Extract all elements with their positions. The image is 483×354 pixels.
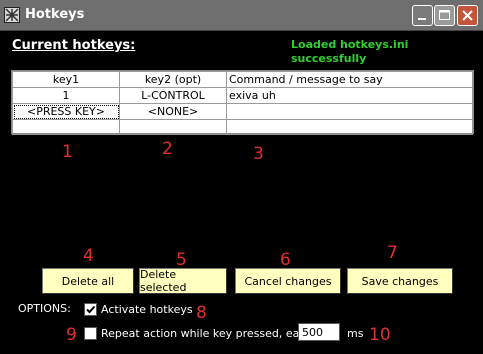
- marker-1: 1: [62, 142, 73, 162]
- cancel-changes-button[interactable]: Cancel changes: [235, 268, 341, 294]
- delete-selected-button[interactable]: Delete selected: [139, 268, 227, 294]
- marker-8: 8: [196, 303, 207, 323]
- minimize-button[interactable]: [412, 5, 433, 26]
- maximize-button[interactable]: [434, 5, 455, 26]
- column-header-key1: key1: [12, 71, 120, 88]
- column-header-key2: key2 (opt): [119, 71, 227, 88]
- cell-command[interactable]: [226, 119, 473, 135]
- hotkeys-window: Hotkeys Current hotkeys: Loaded hotkeys.…: [0, 0, 483, 354]
- repeat-action-checkbox[interactable]: [84, 327, 97, 340]
- hotkeys-table[interactable]: key1 key2 (opt) Command / message to say…: [11, 70, 474, 135]
- marker-7: 7: [387, 243, 398, 263]
- delete-all-button[interactable]: Delete all: [42, 268, 134, 294]
- cell-key2[interactable]: <NONE>: [119, 103, 227, 120]
- marker-3: 3: [253, 144, 264, 164]
- cell-key1[interactable]: 1: [12, 87, 120, 104]
- cell-command[interactable]: [226, 103, 473, 120]
- cell-key1[interactable]: <PRESS KEY>: [12, 103, 120, 120]
- checkmark-icon: [86, 305, 96, 314]
- maximize-icon: [439, 10, 450, 20]
- window-title: Hotkeys: [25, 7, 85, 22]
- title-bar[interactable]: Hotkeys: [0, 0, 483, 31]
- cell-command[interactable]: exiva uh: [226, 87, 473, 104]
- table-header-row: key1 key2 (opt) Command / message to say: [12, 71, 473, 88]
- app-icon: [4, 7, 20, 23]
- cell-key1[interactable]: [12, 119, 120, 135]
- interval-unit-label: ms: [347, 327, 364, 340]
- repeat-action-label[interactable]: Repeat action while key pressed, each: [101, 327, 312, 340]
- minimize-icon: [418, 18, 426, 20]
- marker-2: 2: [162, 139, 173, 159]
- marker-4: 4: [83, 246, 94, 266]
- table-row[interactable]: [12, 119, 473, 135]
- marker-9: 9: [66, 325, 77, 345]
- activate-hotkeys-label[interactable]: Activate hotkeys: [101, 303, 193, 316]
- repeat-interval-input[interactable]: [298, 323, 340, 341]
- table-row[interactable]: <PRESS KEY> <NONE>: [12, 103, 473, 120]
- close-icon: [462, 10, 473, 21]
- cell-key2[interactable]: L-CONTROL: [119, 87, 227, 104]
- column-header-command: Command / message to say: [226, 71, 473, 88]
- status-message: Loaded hotkeys.ini successfully: [291, 38, 409, 65]
- options-label: OPTIONS:: [18, 302, 71, 315]
- save-changes-button[interactable]: Save changes: [347, 268, 453, 294]
- marker-5: 5: [176, 250, 187, 270]
- marker-10: 10: [369, 325, 391, 345]
- close-button[interactable]: [457, 5, 478, 26]
- table-row[interactable]: 1 L-CONTROL exiva uh: [12, 87, 473, 104]
- marker-6: 6: [280, 250, 291, 270]
- cell-key2[interactable]: [119, 119, 227, 135]
- activate-hotkeys-checkbox[interactable]: [84, 303, 97, 316]
- section-title: Current hotkeys:: [12, 38, 136, 53]
